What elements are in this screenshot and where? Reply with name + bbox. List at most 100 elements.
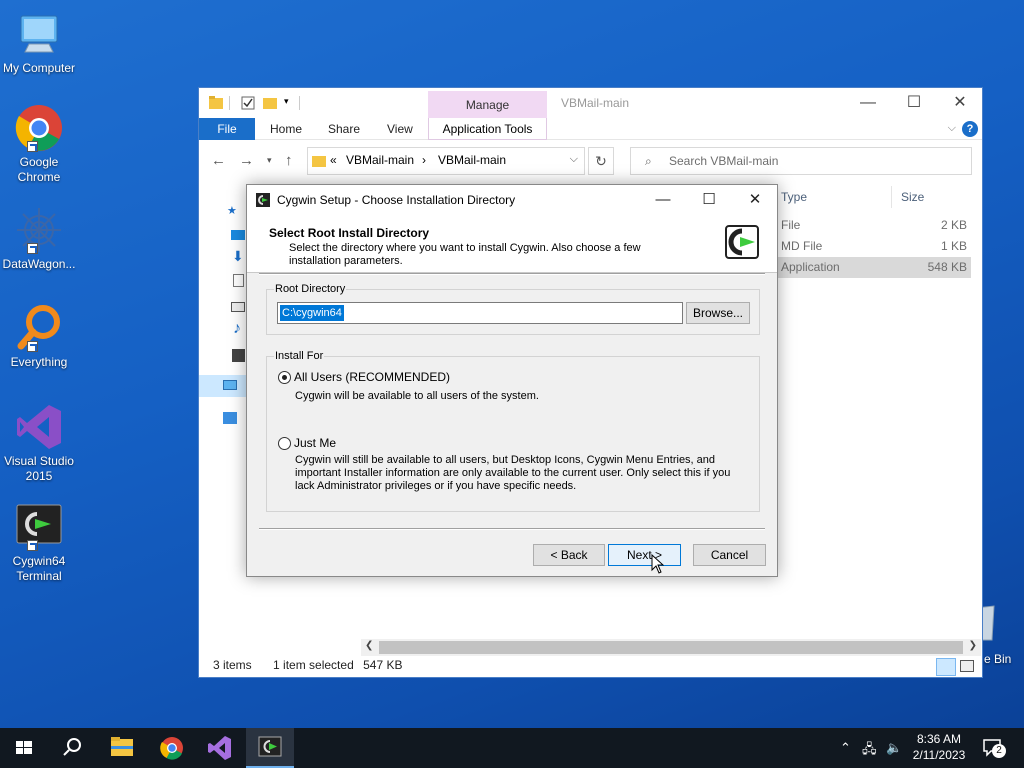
scroll-left-icon[interactable]: ❮ <box>365 640 373 651</box>
taskbar-file-explorer[interactable] <box>98 728 146 768</box>
just-me-description: Cygwin will still be available to all us… <box>295 454 731 492</box>
horizontal-scrollbar[interactable]: ❮ ❯ <box>361 639 981 656</box>
desktop-icon-my-computer[interactable]: My Computer <box>0 10 78 76</box>
back-arrow-icon[interactable]: ← <box>211 152 226 169</box>
cancel-button[interactable]: Cancel <box>693 544 766 566</box>
details-view-icon[interactable] <box>936 658 956 676</box>
quick-access-star-icon[interactable]: ★ <box>227 204 237 217</box>
visual-studio-icon <box>208 736 231 760</box>
this-pc-row[interactable] <box>199 375 249 397</box>
next-button[interactable]: Next > <box>608 544 681 566</box>
search-input[interactable]: ⌕ Search VBMail-main <box>630 147 972 175</box>
pictures-icon[interactable] <box>231 302 245 312</box>
file-row-selected[interactable]: Application 548 KB <box>777 257 971 278</box>
desktop-icon-google-chrome[interactable]: Google Chrome <box>0 104 78 185</box>
new-folder-icon[interactable] <box>263 96 277 110</box>
start-button[interactable] <box>0 728 48 768</box>
desktop-icon-label: Cygwin64 Terminal <box>12 554 66 583</box>
back-button[interactable]: < Back <box>533 544 605 566</box>
separator <box>259 528 765 530</box>
tab-application-tools[interactable]: Application Tools <box>428 118 547 140</box>
root-directory-value: C:\cygwin64 <box>280 305 344 321</box>
forward-arrow-icon[interactable]: → <box>239 152 254 169</box>
column-header-type[interactable]: Type <box>781 190 807 204</box>
address-bar[interactable]: « VBMail-main › VBMail-main ⌵ <box>307 147 585 175</box>
file-size: 2 KB <box>940 218 967 232</box>
taskbar: ⌃ 🖧 🔈 8:36 AM 2/11/2023 2 <box>0 728 1024 768</box>
cygwin-logo-icon <box>725 225 759 262</box>
address-overflow[interactable]: « <box>330 153 337 167</box>
customize-toolbar-icon[interactable]: ▾ <box>284 96 289 107</box>
desktop-icon-datawagon[interactable]: DataWagon... <box>0 206 78 272</box>
tab-home[interactable]: Home <box>270 122 302 136</box>
file-type: Application <box>781 260 840 274</box>
music-icon[interactable]: ♪ <box>233 320 241 338</box>
tab-file[interactable]: File <box>199 118 255 140</box>
close-button[interactable]: ✕ <box>937 92 983 114</box>
desktop-icon-label: My Computer <box>2 61 76 75</box>
documents-icon[interactable] <box>233 274 244 287</box>
downloads-icon[interactable]: ⬇ <box>232 248 244 265</box>
volume-icon[interactable]: 🔈 <box>886 740 902 756</box>
search-button[interactable] <box>48 728 96 768</box>
large-icons-view-icon[interactable] <box>960 660 974 672</box>
taskbar-visual-studio[interactable] <box>196 728 244 768</box>
desktop-icon-cygwin-terminal[interactable]: Cygwin64 Terminal <box>0 503 78 584</box>
refresh-button[interactable]: ↻ <box>588 147 614 175</box>
tab-view[interactable]: View <box>387 122 413 136</box>
install-for-label: Install For <box>274 350 325 362</box>
network-icon[interactable]: 🖧 <box>862 740 877 762</box>
breadcrumb-item[interactable]: VBMail-main <box>346 153 414 167</box>
dialog-close-button[interactable]: ✕ <box>732 188 778 212</box>
manage-tab[interactable]: Manage <box>428 91 547 118</box>
expand-ribbon-icon[interactable]: ⌵ <box>948 122 956 135</box>
just-me-radio[interactable] <box>278 437 291 450</box>
breadcrumb-item[interactable]: VBMail-main <box>438 153 506 167</box>
all-users-label[interactable]: All Users (RECOMMENDED) <box>294 370 450 384</box>
dialog-minimize-button[interactable]: — <box>640 188 686 212</box>
desktop-folder-icon[interactable] <box>231 230 245 240</box>
tab-share[interactable]: Share <box>328 122 360 136</box>
desktop-icon-label: Everything <box>10 355 68 369</box>
cygwin-icon <box>256 193 270 210</box>
scroll-right-icon[interactable]: ❯ <box>969 640 977 651</box>
shortcut-arrow-icon <box>27 243 38 254</box>
recent-locations-icon[interactable]: ▾ <box>267 155 272 166</box>
separator <box>259 273 765 275</box>
notification-center-button[interactable]: 2 <box>982 738 1006 758</box>
window-title: VBMail-main <box>561 96 630 110</box>
address-dropdown-icon[interactable]: ⌵ <box>570 153 578 166</box>
dialog-title: Cygwin Setup - Choose Installation Direc… <box>277 193 516 207</box>
file-size: 1 KB <box>940 239 967 253</box>
properties-checkbox-icon[interactable] <box>241 96 255 110</box>
all-users-radio[interactable] <box>278 371 291 384</box>
scrollbar-thumb[interactable] <box>379 641 963 654</box>
up-arrow-icon[interactable]: ↑ <box>285 152 293 169</box>
browse-button[interactable]: Browse... <box>686 302 750 324</box>
taskbar-chrome[interactable] <box>148 728 196 768</box>
mouse-cursor-icon <box>651 553 665 577</box>
just-me-label[interactable]: Just Me <box>294 436 336 450</box>
dialog-maximize-button[interactable]: ☐ <box>686 188 732 212</box>
everything-search-icon <box>15 304 63 352</box>
file-row[interactable]: MD File 1 KB <box>777 236 971 257</box>
system-clock[interactable]: 8:36 AM 2/11/2023 <box>908 731 970 763</box>
column-header-size[interactable]: Size <box>901 190 924 204</box>
shortcut-arrow-icon <box>27 341 38 352</box>
videos-icon[interactable] <box>232 349 245 362</box>
taskbar-cygwin-terminal[interactable] <box>246 728 294 768</box>
minimize-button[interactable]: — <box>845 92 891 114</box>
help-icon[interactable]: ? <box>962 121 978 137</box>
ribbon-tabs: File Home Share View Application Tools ⌵… <box>199 118 982 140</box>
desktop-icon-visual-studio[interactable]: Visual Studio 2015 <box>0 403 78 484</box>
selection-size: 547 KB <box>363 658 403 672</box>
maximize-button[interactable]: ☐ <box>891 92 937 114</box>
root-directory-input[interactable]: C:\cygwin64 <box>277 302 683 324</box>
all-users-description: Cygwin will be available to all users of… <box>295 390 539 402</box>
network-icon[interactable] <box>223 412 237 424</box>
file-row[interactable]: File 2 KB <box>777 215 971 236</box>
search-icon <box>63 738 81 756</box>
this-pc-icon <box>223 380 237 390</box>
desktop-icon-everything[interactable]: Everything <box>0 304 78 370</box>
show-hidden-icons-icon[interactable]: ⌃ <box>840 740 851 756</box>
